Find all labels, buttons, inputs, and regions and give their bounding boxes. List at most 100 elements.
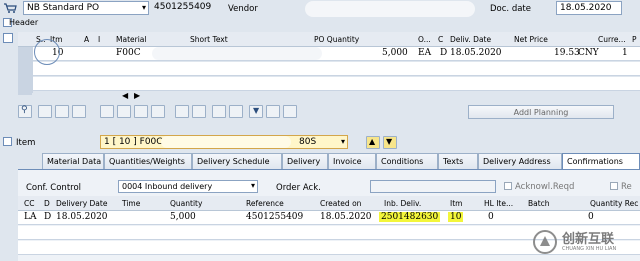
cell-c[interactable]: D — [440, 48, 447, 58]
chevron-down-icon: ▾ — [340, 137, 345, 146]
doc-date-field[interactable]: 18.05.2020 — [556, 1, 622, 15]
cell-itm[interactable]: 10 — [448, 212, 464, 222]
order-ack-field[interactable] — [370, 180, 496, 193]
tab-conditions[interactable]: Conditions — [376, 153, 438, 169]
re-checkbox[interactable] — [610, 182, 618, 190]
conf-control-dropdown[interactable]: 0004 Inbound delivery ▾ — [118, 180, 258, 193]
table-row-empty[interactable] — [32, 62, 640, 76]
undo-button[interactable] — [134, 105, 148, 118]
items-table: S.. Itm A I Material Short Text PO Quant… — [0, 30, 640, 96]
tab-material-data[interactable]: Material Data — [42, 153, 104, 169]
col-deliv-date: Deliv. Date — [450, 35, 492, 44]
acknowl-reqd-label: Acknowl.Reqd — [515, 182, 575, 192]
settings-button[interactable] — [283, 105, 297, 118]
item-selector-desc — [161, 136, 291, 148]
cell-quantity-rec[interactable]: 0 — [588, 212, 594, 222]
watermark-logo-icon — [533, 230, 557, 254]
cell-material[interactable]: F00C — [116, 48, 141, 58]
cell-p[interactable]: 1 — [622, 48, 628, 58]
watermark-subtext: CHUANG XIN HU LIAN — [562, 246, 617, 252]
cell-delivery-date[interactable]: 18.05.2020 — [56, 212, 108, 222]
expand-button[interactable] — [175, 105, 189, 118]
col-delivery-date: Delivery Date — [56, 199, 108, 208]
cut-button[interactable] — [100, 105, 114, 118]
col-itm: Itm — [450, 199, 463, 208]
doc-type-dropdown[interactable]: NB Standard PO ▾ — [23, 1, 149, 15]
next-item-button[interactable]: ▼ — [383, 136, 397, 149]
cell-created-on[interactable]: 18.05.2020 — [320, 212, 372, 222]
cell-qty[interactable]: 5,000 — [382, 48, 408, 58]
item-selector-dropdown[interactable]: 1 [ 10 ] F00C 80S ▾ — [100, 135, 348, 149]
col-po-quantity: PO Quantity — [314, 35, 360, 44]
cell-reference[interactable]: 4501255409 — [246, 212, 303, 222]
col-i: I — [98, 35, 101, 44]
table-settings-icon[interactable] — [3, 33, 13, 43]
collapse-item-icon[interactable] — [3, 137, 12, 146]
doc-type-value: NB Standard PO — [27, 3, 100, 13]
tab-quantities-weights[interactable]: Quantities/Weights — [104, 153, 192, 169]
selection-circle — [34, 39, 60, 65]
confirmations-table-header: CC D Delivery Date Time Quantity Referen… — [18, 196, 640, 211]
col-quantity: Quantity — [170, 199, 203, 208]
table-row[interactable]: 10 F00C 5,000 EA D 18.05.2020 19.53 CNY … — [32, 47, 640, 61]
tab-delivery-schedule[interactable]: Delivery Schedule — [192, 153, 282, 169]
tab-label: Texts — [443, 157, 464, 166]
short-text-cell[interactable] — [152, 47, 322, 60]
sort-desc-button[interactable] — [229, 105, 243, 118]
filter-button[interactable]: ▼ — [249, 105, 263, 118]
cart-icon[interactable] — [3, 2, 17, 14]
col-cc: CC — [24, 199, 35, 208]
horizontal-scrollbar[interactable]: ◀ ▶ — [122, 91, 640, 101]
redo-button[interactable] — [151, 105, 165, 118]
col-d: D — [44, 199, 50, 208]
tab-label: Quantities/Weights — [109, 157, 185, 166]
tab-texts[interactable]: Texts — [438, 153, 478, 169]
collapse-button[interactable] — [192, 105, 206, 118]
cell-price[interactable]: 19.53 — [554, 48, 580, 58]
cell-unit[interactable]: EA — [418, 48, 431, 58]
table-row-empty[interactable] — [32, 77, 640, 91]
copy-item-button[interactable] — [55, 105, 69, 118]
acknowl-reqd-checkbox[interactable] — [504, 182, 512, 190]
col-reference: Reference — [246, 199, 284, 208]
header-section-label: Header — [9, 18, 39, 27]
prev-item-button[interactable]: ▲ — [366, 136, 380, 149]
doc-date-label: Doc. date — [490, 4, 531, 14]
add-item-button[interactable] — [38, 105, 52, 118]
cell-inb-deliv[interactable]: 2501482630 — [379, 212, 441, 222]
vendor-label: Vendor — [228, 4, 258, 14]
cell-hl-item[interactable]: 0 — [488, 212, 494, 222]
table-row[interactable]: LA D 18.05.2020 5,000 4501255409 18.05.2… — [18, 211, 640, 225]
tab-invoice[interactable]: Invoice — [328, 153, 376, 169]
watermark: 创新互联 CHUANG XIN HU LIAN — [532, 226, 638, 258]
conf-control-value: 0004 Inbound delivery — [122, 182, 213, 191]
col-inb-deliv: Inb. Deliv. — [384, 199, 422, 208]
vendor-field[interactable] — [305, 1, 475, 17]
order-ack-label: Order Ack. — [276, 183, 321, 193]
tab-confirmations[interactable]: Confirmations — [562, 153, 640, 169]
col-short-text: Short Text — [190, 35, 228, 44]
watermark-text: 创新互联 — [562, 232, 615, 247]
layout-button[interactable] — [266, 105, 280, 118]
cell-quantity[interactable]: 5,000 — [170, 212, 196, 222]
details-button[interactable]: ⚲ — [18, 105, 32, 118]
delete-item-button[interactable] — [72, 105, 86, 118]
tab-label: Material Data — [47, 157, 102, 166]
col-quantity-rec: Quantity Rec — [590, 199, 639, 208]
tab-label: Delivery Address — [483, 157, 551, 166]
cell-cc[interactable]: LA — [24, 212, 36, 222]
cell-currency[interactable]: CNY — [578, 48, 599, 58]
cell-date[interactable]: 18.05.2020 — [450, 48, 502, 58]
col-time: Time — [122, 199, 141, 208]
tab-delivery-address[interactable]: Delivery Address — [478, 153, 562, 169]
arrow-up-icon: ▲ — [369, 137, 376, 146]
po-number-field[interactable]: 4501255409 — [151, 1, 221, 15]
tab-delivery[interactable]: Delivery — [282, 153, 328, 169]
sort-asc-button[interactable] — [212, 105, 226, 118]
cell-d[interactable]: D — [44, 212, 51, 222]
addl-planning-button[interactable]: Addl Planning — [468, 105, 614, 119]
scroll-left-icon[interactable]: ◀ — [122, 91, 128, 100]
item-selector-suffix: 80S — [299, 137, 317, 147]
scroll-right-icon[interactable]: ▶ — [134, 91, 140, 100]
paste-button[interactable] — [117, 105, 131, 118]
